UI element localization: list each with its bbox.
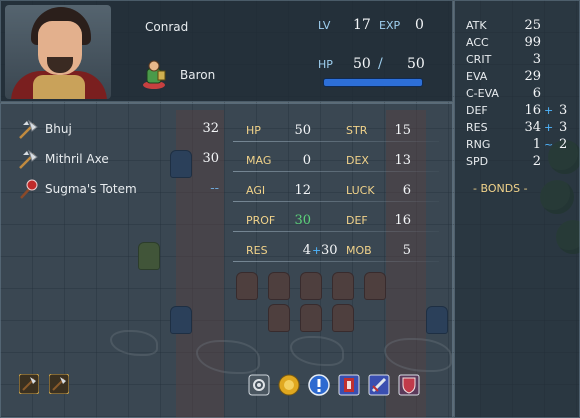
combat-value: 25 [524,18,541,33]
bonds-label: - BONDS - [473,182,528,195]
combat-stats-panel: ATK 25 ACC 99 CRIT 3 EVA 29 C-EVA 6 DEF 16 +3 RES 34 +3… [454,0,580,418]
unit-portrait [5,5,111,99]
combat-bonus: 3 [559,120,568,135]
stat-value: 12 [294,183,311,198]
unit-name: Conrad [145,20,189,34]
stat-label: STR [346,124,368,137]
combat-label: RES [466,121,488,134]
gear-skill-icon[interactable] [248,374,270,396]
item-name: Bhuj [45,122,72,136]
stat-label: AGI [246,184,266,197]
stat-value: 30 [294,213,311,228]
stat-label: MOB [346,244,372,257]
stat-value: 13 [394,153,411,168]
exclamation-skill-icon[interactable] [308,374,330,396]
lv-label: LV [318,19,331,32]
stat-row-divider [233,171,439,172]
combat-value: 2 [532,154,541,169]
combat-value: 99 [524,35,541,50]
hp-current: 50 [353,56,371,72]
combat-plus: + [544,104,554,117]
hp-separator: / [378,56,383,72]
combat-label: CRIT [466,53,492,66]
item-name: Mithril Axe [45,152,109,166]
axe-icon [17,149,39,175]
exp-value: 0 [415,17,424,33]
stat-row-divider [233,201,439,202]
axe-icon [17,119,39,145]
stat-value: 0 [302,153,311,168]
stat-value: 6 [402,183,411,198]
combat-value: 34 [524,120,541,135]
red-shield-skill-icon[interactable] [398,374,420,396]
combat-label: DEF [466,104,488,117]
axe-rank-icon[interactable] [48,373,70,395]
stat-label: LUCK [346,184,375,197]
combat-value: 29 [524,69,541,84]
stat-label: PROF [246,214,276,227]
combat-label: EVA [466,70,488,83]
unit-header-panel: Conrad Baron LV 17 EXP 0 HP 50 / 50 [0,0,453,102]
stat-value: 4 [302,243,311,258]
combat-bonus: 2 [559,137,568,152]
stat-label: HP [246,124,261,137]
stat-label: MAG [246,154,272,167]
item-name: Sugma's Totem [45,182,137,196]
hp-bar [324,79,422,86]
hp-max: 50 [407,56,425,72]
red-banner-skill-icon[interactable] [338,374,360,396]
item-uses: 32 [202,121,219,136]
item-uses: -- [210,181,219,196]
axe-rank-icon[interactable] [18,373,40,395]
combat-label: SPD [466,155,489,168]
combat-label: ACC [466,36,489,49]
combat-label: RNG [466,138,491,151]
combat-bonus: 3 [559,103,568,118]
combat-value: 3 [532,52,541,67]
combat-label: C-EVA [466,87,499,100]
hp-label: HP [318,58,333,71]
baron-class-icon [141,59,167,93]
stat-bonus-plus: + [312,244,322,257]
sword-skill-icon[interactable] [368,374,390,396]
shield-skill-icon[interactable] [278,374,300,396]
stat-value: 15 [394,123,411,138]
exp-label: EXP [379,19,401,32]
stat-row-divider [233,231,439,232]
unit-class: Baron [180,68,216,82]
unit-detail-panel: Bhuj 32 Mithril Axe 30 Sugma's Totem -- HP 50 S… [0,103,453,418]
lv-value: 17 [353,17,371,33]
stat-value: 5 [402,243,411,258]
combat-value: 16 [524,103,541,118]
combat-value: 1 [532,137,541,152]
stat-label: RES [246,244,268,257]
combat-plus: + [544,121,554,134]
stat-row-divider [233,261,439,262]
combat-value: 6 [532,86,541,101]
totem-icon [17,179,39,205]
stat-label: DEF [346,214,368,227]
stat-value: 50 [294,123,311,138]
combat-plus: ~ [544,138,554,151]
stat-label: DEX [346,154,369,167]
stat-row-divider [233,141,439,142]
stat-value: 16 [394,213,411,228]
combat-label: ATK [466,19,487,32]
item-uses: 30 [202,151,219,166]
stat-bonus: 30 [321,243,338,258]
